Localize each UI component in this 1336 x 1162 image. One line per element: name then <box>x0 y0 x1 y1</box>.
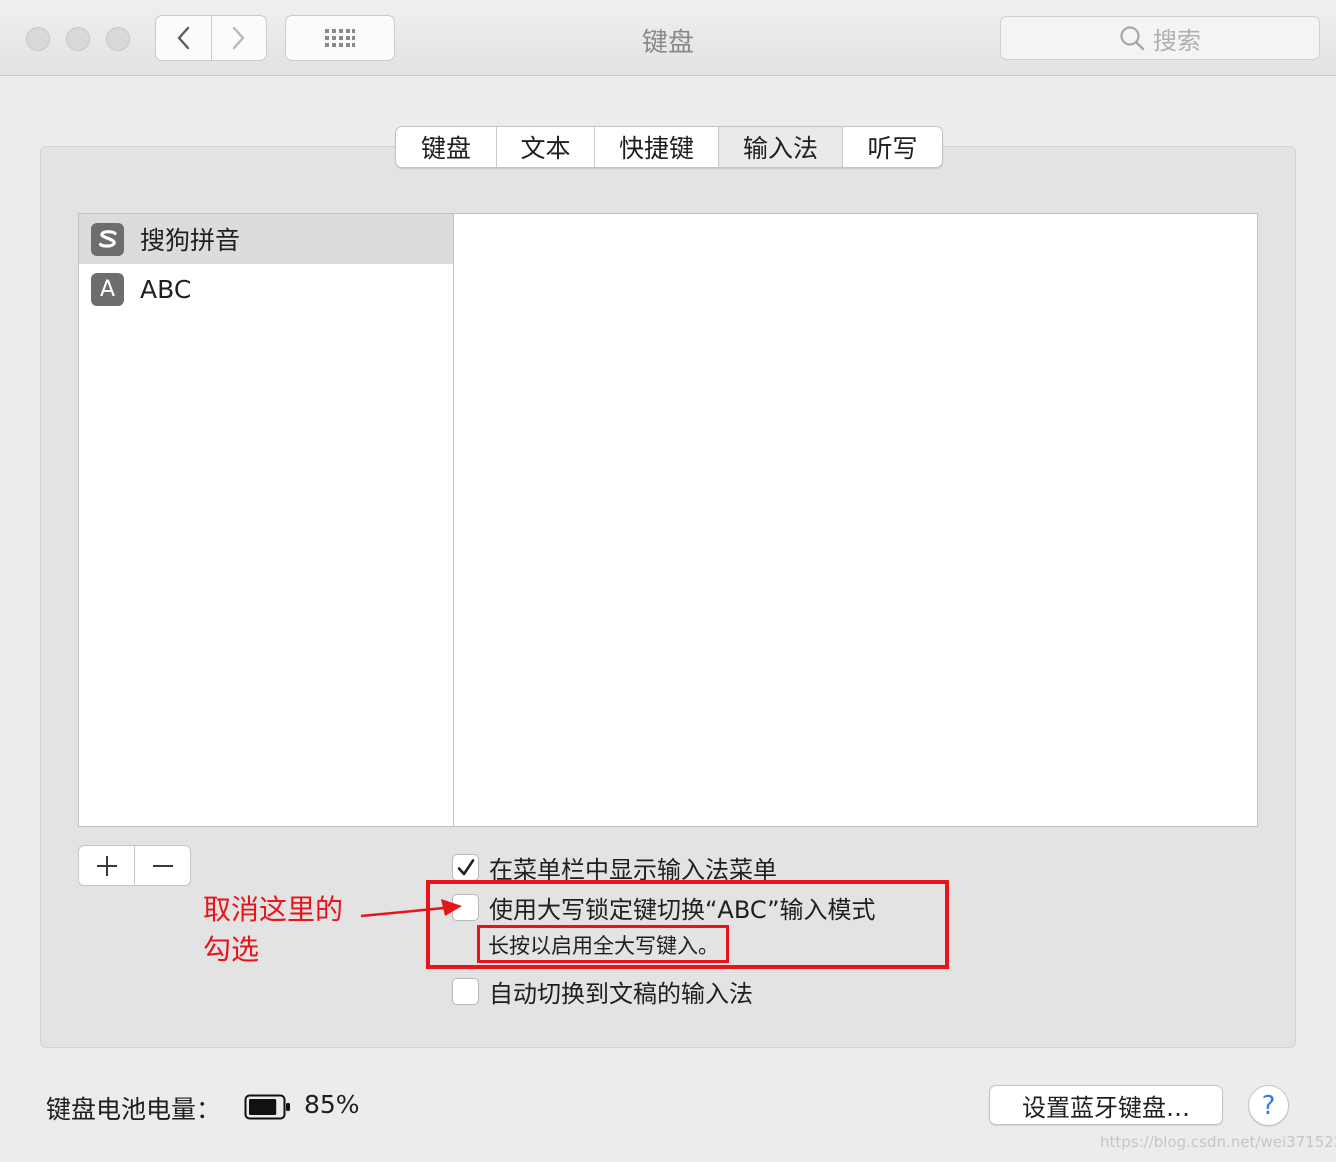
add-remove-buttons <box>78 845 191 886</box>
minus-icon <box>152 864 173 867</box>
input-source-detail <box>453 213 1258 827</box>
input-source-label: 搜狗拼音 <box>140 226 241 255</box>
input-source-list: 搜狗拼音 A ABC <box>78 213 454 827</box>
window-title: 键盘 <box>641 28 694 58</box>
tab-dictation[interactable]: 听写 <box>842 127 942 167</box>
input-source-label: ABC <box>140 274 192 304</box>
close-window-button[interactable] <box>26 27 50 51</box>
chevron-right-icon <box>232 26 244 50</box>
search-field[interactable]: 搜索 <box>1000 16 1320 60</box>
tab-shortcuts[interactable]: 快捷键 <box>594 127 718 167</box>
input-source-item-sogou[interactable]: 搜狗拼音 <box>79 214 454 264</box>
annotation-text-line1: 取消这里的 <box>203 893 344 926</box>
zoom-window-button[interactable] <box>106 27 130 51</box>
search-placeholder: 搜索 <box>1153 26 1201 55</box>
watermark: https://blog.csdn.net/wei371522 <box>1100 1133 1336 1151</box>
tab-keyboard[interactable]: 键盘 <box>396 127 496 167</box>
help-button[interactable]: ? <box>1248 1085 1289 1126</box>
minimize-window-button[interactable] <box>66 27 90 51</box>
abc-icon: A <box>91 272 124 306</box>
grid-icon <box>325 29 355 47</box>
tab-input-sources[interactable]: 输入法 <box>718 127 842 167</box>
battery-label: 键盘电池电量： <box>46 1095 222 1124</box>
plus-icon <box>96 855 117 876</box>
setup-bluetooth-keyboard-button[interactable]: 设置蓝牙键盘… <box>989 1085 1223 1125</box>
back-button[interactable] <box>156 16 211 60</box>
annotation-text-line2: 勾选 <box>203 933 260 966</box>
auto-switch-label: 自动切换到文稿的输入法 <box>489 980 753 1008</box>
tab-bar: 键盘 文本 快捷键 输入法 听写 <box>395 126 943 168</box>
auto-switch-checkbox[interactable] <box>452 978 479 1005</box>
input-source-item-abc[interactable]: A ABC <box>79 264 454 314</box>
show-all-button[interactable] <box>285 15 395 61</box>
search-icon <box>1120 26 1145 51</box>
annotation-inner-box <box>477 925 729 963</box>
annotation-arrow-icon <box>360 899 462 918</box>
checkmark-icon <box>457 858 474 875</box>
chevron-left-icon <box>178 26 190 50</box>
battery-percent: 85% <box>304 1090 360 1119</box>
sogou-icon <box>91 222 124 256</box>
navigation-buttons <box>155 15 267 61</box>
show-menu-checkbox[interactable] <box>452 854 479 881</box>
tab-text[interactable]: 文本 <box>496 127 594 167</box>
title-bar: 键盘 搜索 <box>0 0 1336 76</box>
battery-icon <box>244 1094 290 1120</box>
remove-button[interactable] <box>134 846 190 885</box>
forward-button[interactable] <box>210 16 267 60</box>
auto-switch-option[interactable]: 自动切换到文稿的输入法 <box>452 974 753 1009</box>
add-button[interactable] <box>79 846 134 885</box>
